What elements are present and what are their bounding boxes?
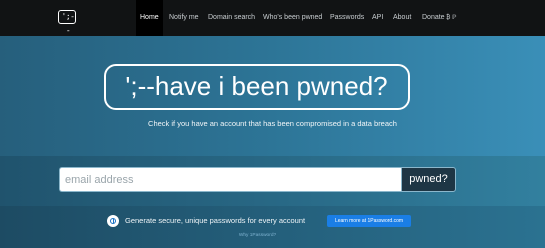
nav-item-donate[interactable]: Donate: [422, 0, 445, 36]
logo-text: ';--: [61, 12, 75, 35]
why-1password-link[interactable]: Why 1Password?: [0, 233, 515, 238]
top-navbar: ';-- Home Notify me Domain search Who's …: [0, 0, 545, 36]
nav-item-whos-been-pwned[interactable]: Who's been pwned: [263, 0, 322, 36]
nav-item-notify-me[interactable]: Notify me: [169, 0, 199, 36]
1password-logo-icon: [107, 215, 119, 227]
nav-item-domain-search[interactable]: Domain search: [208, 0, 255, 36]
pwned-search-button[interactable]: pwned?: [401, 167, 456, 192]
nav-item-passwords[interactable]: Passwords: [330, 0, 364, 36]
hero-title: ';--have i been pwned?: [125, 71, 388, 101]
email-search-input[interactable]: [59, 167, 401, 192]
1password-logo-bar: [112, 219, 114, 223]
promo-section: [0, 206, 545, 248]
nav-item-about[interactable]: About: [393, 0, 411, 36]
hero-tagline: Check if you have an account that has be…: [148, 119, 397, 128]
learn-more-1password-button[interactable]: Learn more at 1Password.com: [327, 215, 411, 227]
nav-item-home[interactable]: Home: [136, 0, 163, 36]
hero-title-box: ';--have i been pwned?: [104, 64, 410, 110]
promo-text: Generate secure, unique passwords for ev…: [125, 216, 306, 225]
donate-crypto-paypal-icon[interactable]: ₿ ℙ: [446, 14, 456, 21]
nav-item-api[interactable]: API: [372, 0, 383, 36]
site-logo-icon[interactable]: ';--: [58, 10, 76, 35]
